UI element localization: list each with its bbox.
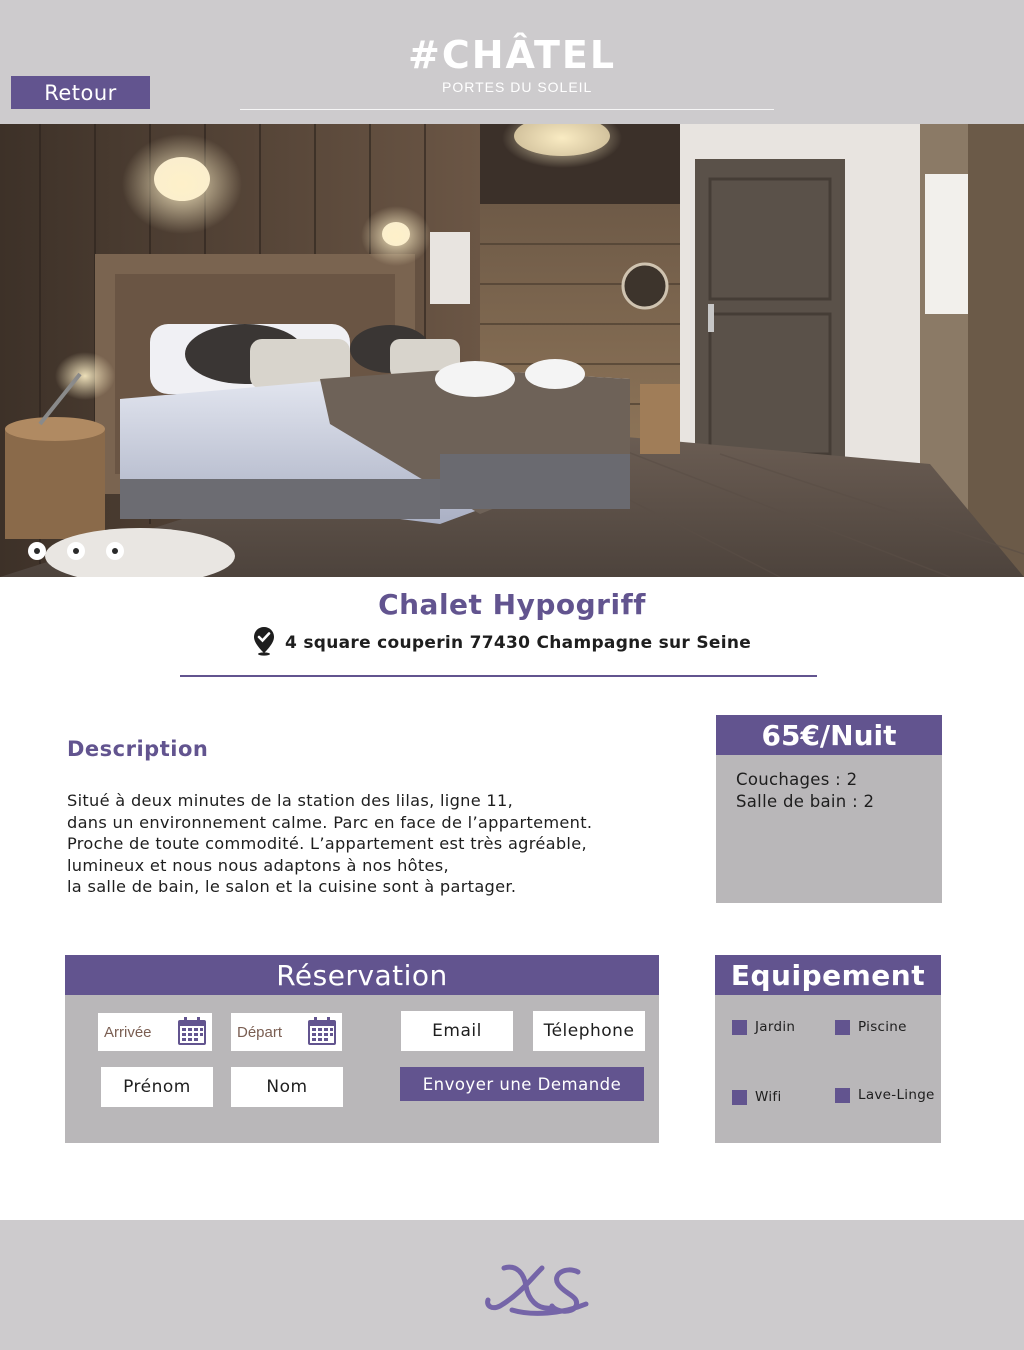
lastname-field[interactable]: Nom <box>231 1067 343 1107</box>
capacity-info: Couchages : 2 Salle de bain : 2 <box>716 755 942 827</box>
equipment-heading: Equipement <box>715 955 941 995</box>
logo-sub-text: PORTES DU SOLEIL <box>442 79 593 95</box>
carousel-dot-3[interactable] <box>106 542 124 560</box>
site-footer <box>0 1220 1024 1350</box>
listing-title: Chalet Hypogriff <box>378 588 646 621</box>
title-divider <box>180 675 817 677</box>
header-divider <box>240 109 774 110</box>
arrival-label: Arrivée <box>104 1023 152 1041</box>
phone-field[interactable]: Télephone <box>533 1011 645 1051</box>
checkbox-icon <box>835 1019 850 1035</box>
checkbox-icon <box>732 1089 747 1105</box>
hero-photo-carousel[interactable] <box>0 124 1024 577</box>
equipment-item-wifi: Wifi <box>732 1089 782 1105</box>
description-line: lumineux et nous nous adaptons à nos hôt… <box>67 855 449 875</box>
equipment-label: Wifi <box>755 1089 782 1105</box>
description-line: dans un environnement calme. Parc en fac… <box>67 812 593 832</box>
reservation-heading: Réservation <box>65 955 659 995</box>
logo-main-text: #CHÂTEL <box>408 33 617 77</box>
description-line: Proche de toute commodité. L’appartement… <box>67 834 587 854</box>
location-pin-check-icon <box>253 626 275 660</box>
description-text: Situé à deux minutes de la station des l… <box>67 790 687 898</box>
equipment-item-jardin: Jardin <box>732 1019 795 1035</box>
chalet-bedroom-photo <box>0 124 1024 577</box>
bathrooms-count: Salle de bain : 2 <box>736 792 875 811</box>
chatel-logo[interactable]: #CHÂTEL PORTES DU SOLEIL <box>408 33 617 95</box>
price-panel: 65€/Nuit Couchages : 2 Salle de bain : 2 <box>716 715 942 903</box>
departure-label: Départ <box>237 1023 283 1041</box>
calendar-icon <box>177 1016 207 1050</box>
equipment-label: Piscine <box>858 1019 907 1035</box>
description-line: Situé à deux minutes de la station des l… <box>67 791 514 810</box>
equipment-label: Jardin <box>755 1019 796 1035</box>
equipment-panel: Equipement Jardin Piscine Wifi Lave-Ling… <box>715 955 941 1143</box>
email-field[interactable]: Email <box>401 1011 513 1051</box>
description-heading: Description <box>67 737 209 761</box>
equipment-item-lave-linge: Lave-Linge <box>835 1087 935 1103</box>
checkbox-icon <box>835 1087 850 1103</box>
xs-monogram-logo[interactable] <box>482 1260 592 1322</box>
listing-address: 4 square couperin 77430 Champagne sur Se… <box>253 626 751 660</box>
firstname-field[interactable]: Prénom <box>101 1067 213 1107</box>
departure-date-picker[interactable]: Départ <box>231 1013 342 1051</box>
equipment-item-piscine: Piscine <box>835 1019 907 1035</box>
description-line: la salle de bain, le salon et la cuisine… <box>67 877 517 897</box>
address-text: 4 square couperin 77430 Champagne sur Se… <box>285 633 752 653</box>
beds-count: Couchages : 2 <box>736 770 858 789</box>
price-per-night: 65€/Nuit <box>716 715 942 755</box>
reservation-form: Réservation Arrivée Départ Email Télepho… <box>65 955 659 1143</box>
arrival-date-picker[interactable]: Arrivée <box>98 1013 212 1051</box>
carousel-dot-1[interactable] <box>28 542 46 560</box>
send-request-button[interactable]: Envoyer une Demande <box>400 1067 644 1101</box>
calendar-icon <box>307 1016 337 1050</box>
carousel-dots <box>28 542 124 560</box>
equipment-label: Lave-Linge <box>858 1087 935 1103</box>
site-header: Retour #CHÂTEL PORTES DU SOLEIL <box>0 0 1024 124</box>
carousel-dot-2[interactable] <box>67 542 85 560</box>
back-button[interactable]: Retour <box>11 76 150 109</box>
checkbox-icon <box>732 1019 747 1035</box>
